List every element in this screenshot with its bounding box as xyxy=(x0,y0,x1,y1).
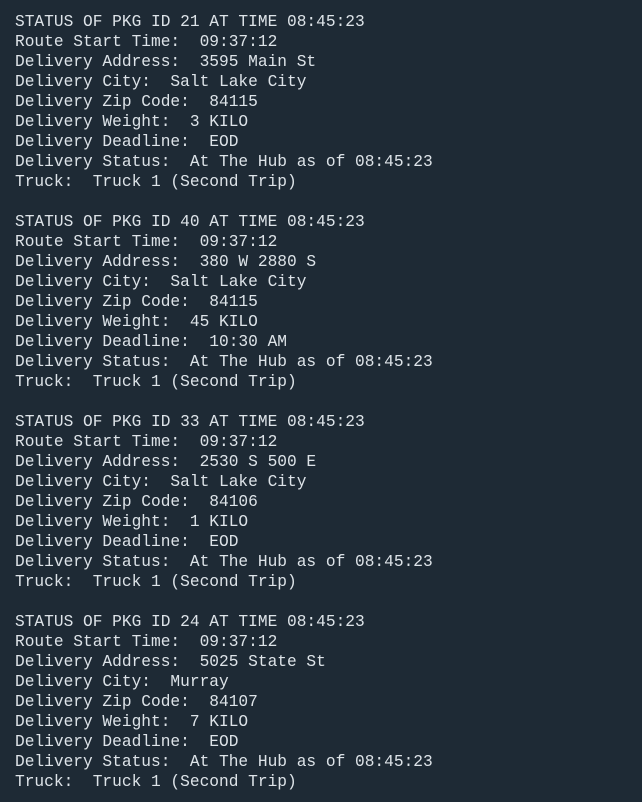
delivery-zip-code: Delivery Zip Code: 84106 xyxy=(15,493,258,511)
truck-assignment: Truck: Truck 1 (Second Trip) xyxy=(15,573,297,591)
delivery-city: Delivery City: Salt Lake City xyxy=(15,73,307,91)
status-header: STATUS OF PKG ID 40 AT TIME 08:45:23 xyxy=(15,213,365,231)
truck-assignment: Truck: Truck 1 (Second Trip) xyxy=(15,173,297,191)
route-start-time: Route Start Time: 09:37:12 xyxy=(15,433,278,451)
delivery-deadline: Delivery Deadline: 10:30 AM xyxy=(15,333,287,351)
delivery-weight: Delivery Weight: 7 KILO xyxy=(15,713,249,731)
route-start-time: Route Start Time: 09:37:12 xyxy=(15,33,278,51)
delivery-zip-code: Delivery Zip Code: 84115 xyxy=(15,293,258,311)
delivery-address: Delivery Address: 3595 Main St xyxy=(15,53,317,71)
delivery-deadline: Delivery Deadline: EOD xyxy=(15,533,239,551)
delivery-deadline: Delivery Deadline: EOD xyxy=(15,733,239,751)
delivery-city: Delivery City: Murray xyxy=(15,673,229,691)
terminal-output: STATUS OF PKG ID 21 AT TIME 08:45:23 Rou… xyxy=(15,12,635,792)
delivery-zip-code: Delivery Zip Code: 84115 xyxy=(15,93,258,111)
delivery-weight: Delivery Weight: 45 KILO xyxy=(15,313,258,331)
delivery-city: Delivery City: Salt Lake City xyxy=(15,273,307,291)
package-status-block: STATUS OF PKG ID 24 AT TIME 08:45:23 Rou… xyxy=(15,612,635,792)
status-header: STATUS OF PKG ID 33 AT TIME 08:45:23 xyxy=(15,413,365,431)
truck-assignment: Truck: Truck 1 (Second Trip) xyxy=(15,373,297,391)
route-start-time: Route Start Time: 09:37:12 xyxy=(15,633,278,651)
package-status-block: STATUS OF PKG ID 33 AT TIME 08:45:23 Rou… xyxy=(15,412,635,592)
delivery-zip-code: Delivery Zip Code: 84107 xyxy=(15,693,258,711)
route-start-time: Route Start Time: 09:37:12 xyxy=(15,233,278,251)
status-header: STATUS OF PKG ID 24 AT TIME 08:45:23 xyxy=(15,613,365,631)
delivery-weight: Delivery Weight: 1 KILO xyxy=(15,513,249,531)
package-status-block: STATUS OF PKG ID 40 AT TIME 08:45:23 Rou… xyxy=(15,212,635,392)
delivery-address: Delivery Address: 5025 State St xyxy=(15,653,326,671)
delivery-weight: Delivery Weight: 3 KILO xyxy=(15,113,249,131)
package-status-block: STATUS OF PKG ID 21 AT TIME 08:45:23 Rou… xyxy=(15,12,635,192)
delivery-status: Delivery Status: At The Hub as of 08:45:… xyxy=(15,553,433,571)
truck-assignment: Truck: Truck 1 (Second Trip) xyxy=(15,773,297,791)
delivery-status: Delivery Status: At The Hub as of 08:45:… xyxy=(15,353,433,371)
delivery-status: Delivery Status: At The Hub as of 08:45:… xyxy=(15,753,433,771)
delivery-address: Delivery Address: 380 W 2880 S xyxy=(15,253,317,271)
delivery-city: Delivery City: Salt Lake City xyxy=(15,473,307,491)
delivery-address: Delivery Address: 2530 S 500 E xyxy=(15,453,317,471)
delivery-status: Delivery Status: At The Hub as of 08:45:… xyxy=(15,153,433,171)
delivery-deadline: Delivery Deadline: EOD xyxy=(15,133,239,151)
status-header: STATUS OF PKG ID 21 AT TIME 08:45:23 xyxy=(15,13,365,31)
